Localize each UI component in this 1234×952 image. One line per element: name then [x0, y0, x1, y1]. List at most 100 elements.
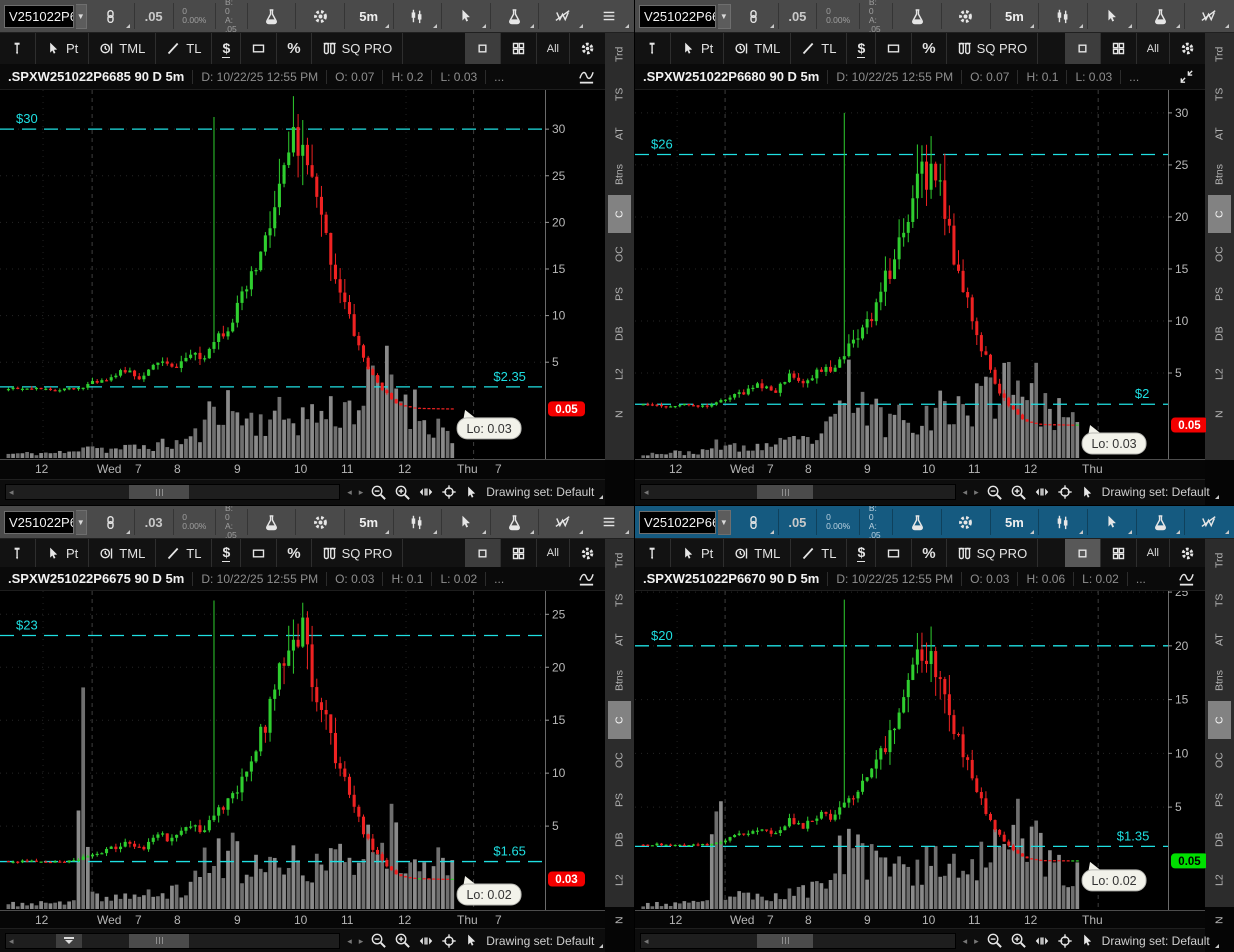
single-chart-button[interactable] [1065, 539, 1100, 567]
percent-tool-button[interactable]: % [277, 539, 310, 567]
scroll-right-step-arrow[interactable]: ▸ [974, 485, 979, 499]
cursor-mode-button[interactable] [1091, 509, 1133, 536]
price-level-tool-button[interactable]: $ [212, 539, 240, 567]
crosshair-button[interactable] [441, 483, 457, 501]
price-chart[interactable]: 510152025$20$1.350.05Lo: 0.02 [635, 591, 1205, 910]
pan-mode-button[interactable] [1034, 932, 1050, 950]
symbol-input[interactable]: V251022P6670 [639, 511, 716, 534]
candlestick-canvas[interactable]: 51015202530$30$2.350.05Lo: 0.03 [0, 90, 605, 459]
sq-pro-button[interactable]: SQ PRO [947, 539, 1038, 567]
scroll-left-step-arrow[interactable]: ◂ [347, 934, 352, 948]
scroll-left-step-arrow[interactable]: ◂ [963, 934, 968, 948]
scrollbar-track[interactable]: ◂ [5, 933, 340, 949]
tab-ps[interactable]: PS [608, 275, 631, 313]
tab-l2[interactable]: L2 [1208, 355, 1231, 393]
patterns-button[interactable] [542, 3, 584, 30]
chart-type-button[interactable] [396, 509, 438, 536]
tml-tool-button[interactable]: TML [724, 539, 790, 567]
tab-ts[interactable]: TS [608, 581, 631, 619]
header-more[interactable]: ... [1120, 70, 1147, 84]
grid-layout-button[interactable] [501, 33, 536, 64]
zoom-out-button[interactable] [986, 483, 1003, 501]
all-charts-button[interactable]: All [1137, 33, 1169, 64]
tab-ps[interactable]: PS [608, 781, 631, 819]
zoom-in-button[interactable] [394, 932, 411, 950]
restore-icon[interactable] [1168, 68, 1205, 85]
tab-at[interactable]: AT [1208, 115, 1231, 153]
line-style-icon[interactable] [568, 570, 605, 587]
trendline-tool-button[interactable]: TL [156, 33, 211, 64]
tab-btns[interactable]: Btns [1208, 155, 1231, 193]
timeframe-button[interactable]: 5m [993, 509, 1035, 536]
chart-menu-button[interactable] [588, 3, 630, 30]
tab-l2[interactable]: L2 [1208, 861, 1231, 899]
tab-db[interactable]: DB [1208, 315, 1231, 353]
drawing-set-selector[interactable]: Drawing set: Default [486, 934, 603, 948]
zoom-in-button[interactable] [1010, 932, 1027, 950]
drawing-set-selector[interactable]: Drawing set: Default [486, 485, 603, 499]
pan-mode-button[interactable] [1034, 483, 1050, 501]
sq-pro-button[interactable]: SQ PRO [947, 33, 1038, 64]
pointer-tool-button[interactable]: Pt [36, 33, 88, 64]
trendline-tool-button[interactable]: TL [791, 33, 846, 64]
single-chart-button[interactable] [465, 539, 500, 567]
tab-n[interactable]: N [608, 395, 631, 433]
line-style-icon[interactable] [1168, 570, 1205, 587]
pin-toolbar-button[interactable] [0, 539, 35, 567]
scrollbar-track[interactable]: ◂ [640, 484, 956, 500]
tml-tool-button[interactable]: TML [89, 33, 155, 64]
tab-n[interactable]: N [608, 901, 631, 939]
symbol-input[interactable]: V251022P6685 [4, 5, 74, 28]
tab-trd[interactable]: Trd [1208, 35, 1231, 73]
pan-mode-button[interactable] [418, 483, 434, 501]
single-chart-button[interactable] [1065, 33, 1100, 64]
studies-flask-button[interactable] [493, 509, 535, 536]
candlestick-canvas[interactable]: 510152025$20$1.350.05Lo: 0.02 [635, 591, 1206, 910]
price-level-tool-button[interactable]: $ [847, 539, 875, 567]
tab-at[interactable]: AT [1208, 621, 1231, 659]
tab-n[interactable]: N [1208, 395, 1231, 433]
symbol-dropdown-button[interactable]: ▼ [76, 4, 88, 29]
pin-toolbar-button[interactable] [635, 539, 670, 567]
chart-settings-gear-button[interactable] [945, 3, 987, 30]
zoom-out-button[interactable] [986, 932, 1003, 950]
drawing-set-selector[interactable]: Drawing set: Default [1102, 934, 1219, 948]
all-charts-button[interactable]: All [537, 33, 569, 64]
sq-pro-button[interactable]: SQ PRO [312, 33, 403, 64]
grid-layout-button[interactable] [1101, 539, 1136, 567]
studies-flask-button[interactable] [1139, 509, 1181, 536]
tab-db[interactable]: DB [608, 821, 631, 859]
scrollbar-thumb[interactable] [129, 485, 189, 499]
scroll-left-arrow[interactable]: ◂ [644, 485, 649, 499]
pointer-tool-button[interactable]: Pt [671, 33, 723, 64]
tab-ps[interactable]: PS [1208, 275, 1231, 313]
timeframe-button[interactable]: 5m [993, 3, 1035, 30]
scroll-left-step-arrow[interactable]: ◂ [347, 485, 352, 499]
tab-btns[interactable]: Btns [608, 155, 631, 193]
scroll-left-arrow[interactable]: ◂ [644, 934, 649, 948]
tab-l2[interactable]: L2 [608, 355, 631, 393]
candlestick-canvas[interactable]: 510152025$23$1.650.03Lo: 0.02 [0, 591, 605, 910]
zoom-in-button[interactable] [394, 483, 411, 501]
cursor-mode-button[interactable] [445, 3, 487, 30]
pointer-tool-button[interactable]: Pt [671, 539, 723, 567]
chart-settings-gear-button[interactable] [299, 3, 341, 30]
crosshair-button[interactable] [441, 932, 457, 950]
tab-l2[interactable]: L2 [608, 861, 631, 899]
zoom-out-button[interactable] [370, 483, 387, 501]
link-charts-button[interactable] [89, 3, 131, 30]
scroll-left-arrow[interactable]: ◂ [9, 485, 14, 499]
analyze-flask-button[interactable] [250, 509, 292, 536]
single-chart-button[interactable] [465, 33, 500, 64]
drawing-set-selector[interactable]: Drawing set: Default [1102, 485, 1219, 499]
tab-oc[interactable]: OC [608, 235, 631, 273]
pin-toolbar-button[interactable] [0, 33, 35, 64]
sq-pro-button[interactable]: SQ PRO [312, 539, 403, 567]
chart-settings-gear-button[interactable] [945, 509, 987, 536]
tab-trd[interactable]: Trd [1208, 541, 1231, 579]
cursor-button[interactable] [464, 483, 479, 501]
pin-toolbar-button[interactable] [635, 33, 670, 64]
percent-tool-button[interactable]: % [912, 33, 945, 64]
analyze-flask-button[interactable] [250, 3, 292, 30]
chart-type-button[interactable] [396, 3, 438, 30]
